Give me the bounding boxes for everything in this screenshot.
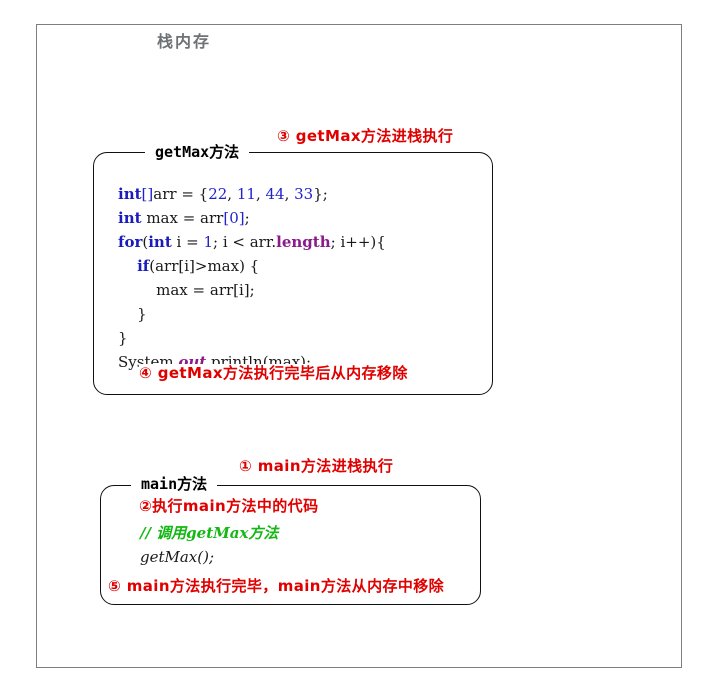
code-token: int — [118, 209, 142, 227]
code-line: int[]arr = {22, 11, 44, 33}; — [118, 182, 386, 206]
code-token: 11 — [236, 185, 256, 203]
annotation-getmax-pop: ④ getMax方法执行完毕后从内存移除 — [139, 364, 408, 382]
code-token: max = arr[i]; — [118, 281, 255, 299]
code-token: ; i++){ — [330, 233, 386, 251]
code-token: int — [118, 185, 142, 203]
annotation-main-pop: ⑤ main方法执行完毕，main方法从内存中移除 — [108, 577, 445, 595]
main-code-block: // 调用getMax方法 getMax(); — [140, 521, 278, 569]
code-token: } — [118, 305, 147, 323]
code-token: 33 — [294, 185, 314, 203]
main-method-legend: main方法 — [131, 476, 218, 492]
getmax-method-legend: getMax方法 — [145, 144, 250, 160]
code-line: getMax(); — [140, 545, 278, 569]
code-token: getMax(); — [140, 548, 215, 566]
code-token: 44 — [265, 185, 285, 203]
code-token: length — [276, 233, 331, 251]
annotation-main-push: ① main方法进栈执行 — [239, 457, 394, 475]
code-token: 1 — [203, 233, 213, 251]
annotation-main-execute: ②执行main方法中的代码 — [139, 497, 319, 515]
code-token: 22 — [208, 185, 228, 203]
code-token: { — [198, 185, 209, 203]
code-token: ; i < arr. — [213, 233, 277, 251]
annotation-getmax-push: ③ getMax方法进栈执行 — [277, 127, 454, 145]
code-line: // 调用getMax方法 — [140, 521, 278, 545]
code-token: [] — [141, 185, 154, 203]
code-line: int max = arr[0]; — [118, 206, 386, 230]
code-token: ; — [244, 209, 250, 227]
code-token: }; — [313, 185, 328, 203]
code-token: max = arr — [141, 209, 224, 227]
code-token: if — [137, 257, 150, 275]
code-line: max = arr[i]; — [118, 278, 386, 302]
code-token: , — [284, 185, 295, 203]
code-line: if(arr[i]>max) { — [118, 254, 386, 278]
code-token: // 调用getMax方法 — [140, 524, 279, 542]
code-token: 0 — [229, 209, 239, 227]
stack-memory-title: 栈内存 — [143, 33, 226, 51]
code-token: int — [148, 233, 172, 251]
code-token: } — [118, 329, 128, 347]
code-token: for — [118, 233, 143, 251]
code-line: } — [118, 326, 386, 350]
code-token: , — [227, 185, 237, 203]
getmax-code-block: int[]arr = {22, 11, 44, 33}; int max = ar… — [118, 182, 386, 374]
code-token: (arr[i]>max) { — [149, 257, 260, 275]
code-token: arr = — [153, 185, 199, 203]
code-line: for(int i = 1; i < arr.length; i++){ — [118, 230, 386, 254]
code-line: } — [118, 302, 386, 326]
code-token: i = — [171, 233, 204, 251]
